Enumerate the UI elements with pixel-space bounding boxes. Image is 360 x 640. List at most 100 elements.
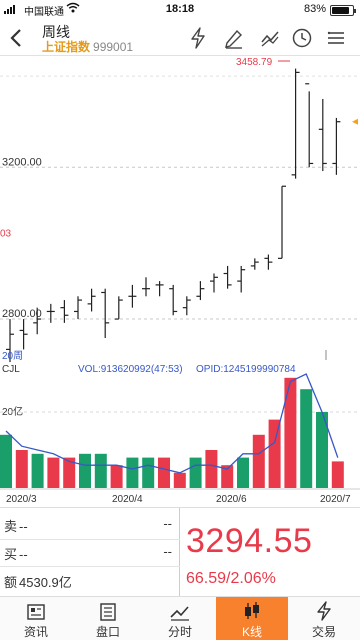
high-price-label: 3458.79	[236, 57, 273, 68]
volume-bar	[189, 457, 202, 488]
order-book-icon	[100, 603, 116, 621]
tab-order-book[interactable]: 盘口	[72, 597, 144, 640]
tab-order-book-label: 盘口	[95, 625, 120, 639]
ma-label: 20周	[2, 350, 23, 362]
volume-bar	[158, 457, 170, 488]
tab-trade-label: 交易	[311, 625, 336, 639]
y-tick-label: 03	[0, 228, 12, 239]
candle	[101, 288, 110, 339]
stock-code: 999001	[93, 40, 134, 54]
news-icon	[27, 604, 45, 620]
menu-icon	[327, 31, 344, 44]
candle	[291, 68, 300, 179]
lightning-icon	[191, 27, 205, 49]
order-summary: 卖 -- -- 买 -- -- 额 4530.9亿	[0, 508, 180, 596]
candle	[318, 98, 327, 172]
volume-bar	[31, 453, 44, 488]
candle	[74, 296, 82, 320]
candle	[128, 284, 137, 308]
quote-panel: 卖 -- -- 买 -- -- 额 4530.9亿 3294.55 66.59/2.0…	[0, 507, 360, 596]
candle	[210, 273, 218, 293]
opid-indicator: OPID:1245199990784	[196, 364, 296, 375]
volume-bar	[79, 453, 91, 488]
price-change: 66.59/2.06%	[186, 570, 276, 587]
chevron-left-icon	[10, 29, 21, 47]
lightning-button[interactable]	[184, 24, 212, 52]
volume-bar	[126, 457, 139, 488]
volume-indicator: VOL:913620992(47:53)	[78, 364, 183, 375]
sell-label: 卖	[4, 519, 18, 534]
candle	[169, 284, 178, 316]
candle	[264, 254, 273, 270]
divider	[0, 566, 180, 567]
volume-bar	[284, 377, 297, 488]
stock-subtitle[interactable]: 上证指数 999001	[42, 38, 133, 55]
kline-chart[interactable]: 3200.00 2800.00 03 3458.79 20周	[0, 57, 360, 380]
x-tick-label: 2020/7	[320, 494, 351, 504]
candle	[114, 296, 123, 320]
tab-trade[interactable]: 交易	[288, 597, 360, 640]
buy-label: 买	[4, 547, 18, 562]
volume-bar	[205, 450, 218, 488]
volume-bar	[331, 461, 344, 488]
candle	[87, 288, 96, 312]
kline-icon	[245, 602, 259, 619]
volume-title: CJL	[2, 364, 20, 375]
candle	[278, 185, 286, 259]
x-tick-label: 2020/6	[216, 494, 247, 504]
x-tick-label: 2020/4	[112, 494, 143, 504]
candle	[196, 281, 205, 301]
buy-row: 买 -- --	[4, 544, 176, 564]
volume-bar	[142, 457, 155, 488]
tab-kline[interactable]: K线	[216, 597, 288, 640]
candle	[155, 281, 164, 297]
header: 周线 上证指数 999001	[0, 20, 360, 56]
menu-button[interactable]	[322, 24, 350, 52]
clock-button[interactable]	[288, 24, 316, 52]
drawing-tool-button[interactable]	[256, 24, 284, 52]
pen-button[interactable]	[220, 24, 248, 52]
tab-news[interactable]: 资讯	[0, 597, 72, 640]
trade-lightning-icon	[317, 601, 331, 621]
clock-icon	[292, 28, 312, 48]
buy-value: --	[19, 547, 28, 562]
amount-value: 4530.9亿	[19, 575, 72, 590]
bottom-tab-bar: 资讯 盘口 分时 K线 交易	[0, 596, 360, 640]
y-tick-label: 3200.00	[2, 156, 42, 168]
y-tick-label: 2800.00	[2, 308, 42, 320]
tab-intraday[interactable]: 分时	[144, 597, 216, 640]
volume-bar	[47, 457, 60, 488]
amount-row: 额 4530.9亿	[4, 572, 176, 592]
volume-bar	[252, 434, 265, 488]
current-price: 3294.55	[186, 522, 313, 560]
volume-bar	[237, 457, 249, 488]
volume-chart[interactable]: CJL VOL:913620992(47:53) OPID:124519999078…	[0, 362, 360, 505]
back-button[interactable]	[8, 26, 28, 50]
volume-bar	[15, 450, 28, 488]
drawing-tool-icon	[261, 31, 279, 47]
battery-icon	[330, 5, 356, 16]
sell-row: 卖 -- --	[4, 516, 176, 536]
tab-kline-label: K线	[241, 625, 262, 639]
volume-bar	[173, 472, 186, 488]
divider	[0, 539, 180, 540]
volume-bar	[110, 465, 123, 488]
candle	[46, 303, 55, 323]
buy-volume: --	[163, 544, 172, 559]
candle	[223, 265, 232, 289]
candle	[305, 83, 314, 168]
volume-bar	[300, 389, 313, 488]
pen-icon	[225, 29, 242, 49]
candle	[250, 258, 259, 270]
volume-bar	[268, 419, 281, 488]
status-bar: 中国联通 18:18 83%	[0, 0, 360, 20]
candle	[332, 117, 341, 175]
x-tick-label: 2020/3	[6, 494, 37, 504]
amount-label: 额	[4, 575, 18, 590]
tab-intraday-label: 分时	[167, 625, 192, 639]
volume-bar	[0, 434, 12, 488]
sell-value: --	[19, 519, 28, 534]
candle	[182, 296, 191, 316]
candle	[237, 265, 246, 293]
stock-name: 上证指数	[42, 40, 91, 54]
